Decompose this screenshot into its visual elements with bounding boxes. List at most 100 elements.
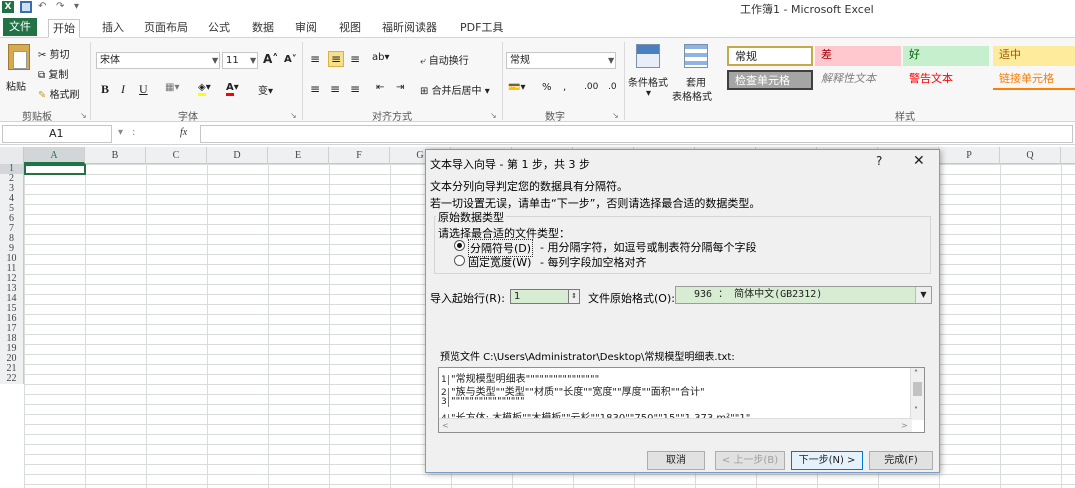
align-left-icon[interactable]: ≡ <box>310 82 320 96</box>
comma-button[interactable]: , <box>563 82 566 93</box>
next-button[interactable]: 下一步(N) > <box>791 451 863 470</box>
tab-data[interactable]: 数据 <box>248 19 278 38</box>
tab-review[interactable]: 审阅 <box>291 19 321 38</box>
ribbon: 粘贴 ✂ 剪切 ⧉ 复制 ✎ 格式刷 剪贴板 ↘ 宋体 ▼ 11 ▼ A˄ A˅… <box>0 38 1075 123</box>
tab-pdf-tools[interactable]: PDF工具 <box>456 19 507 38</box>
tab-insert[interactable]: 插入 <box>98 19 128 38</box>
fill-color-icon[interactable]: ◈▾ <box>198 82 211 96</box>
cell-style-explanatory[interactable]: 解释性文本 <box>815 70 901 90</box>
column-header[interactable]: C <box>146 147 207 164</box>
select-all-corner[interactable] <box>0 147 24 164</box>
file-origin-select[interactable]: 936 ： 简体中文(GB2312) <box>675 286 932 304</box>
column-header[interactable]: F <box>329 147 390 164</box>
align-middle-icon[interactable]: ≡ <box>328 51 345 67</box>
preview-label: 预览文件 C:\Users\Administrator\Desktop\常规模型… <box>440 352 735 363</box>
spinner-icon[interactable]: ⇕ <box>568 289 580 304</box>
undo-icon[interactable]: ↶ <box>38 1 50 13</box>
merge-center-button[interactable]: ⊞ 合并后居中 ▾ <box>420 82 490 97</box>
decrease-font-icon[interactable]: A˅ <box>284 54 297 65</box>
chevron-down-icon[interactable]: ▾ <box>118 127 123 138</box>
phonetic-icon[interactable]: 变▾ <box>258 82 273 97</box>
scroll-left-icon[interactable]: < <box>442 421 449 430</box>
column-header[interactable]: A <box>24 147 85 164</box>
align-top-icon[interactable]: ≡ <box>310 52 320 66</box>
scroll-down-icon[interactable]: ˅ <box>914 406 918 415</box>
conditional-format-button[interactable]: 条件格式 <box>628 74 668 89</box>
redo-icon[interactable]: ↷ <box>56 1 68 13</box>
cell-style-check[interactable]: 检查单元格 <box>727 70 813 90</box>
cut-button[interactable]: ✂ 剪切 <box>38 46 70 61</box>
column-header[interactable]: Q <box>1000 147 1061 164</box>
tab-view[interactable]: 视图 <box>335 19 365 38</box>
font-name-select[interactable]: 宋体 <box>96 52 220 69</box>
decrease-indent-icon[interactable]: ⇤ <box>376 82 384 93</box>
customize-qat-icon[interactable]: ▾ <box>74 1 86 13</box>
orientation-icon[interactable]: ab▾ <box>372 52 390 63</box>
cancel-button[interactable]: 取消 <box>647 451 705 470</box>
font-launcher-icon[interactable]: ↘ <box>290 111 297 120</box>
vertical-scrollbar[interactable]: ˄ ˅ <box>910 368 924 420</box>
format-painter-button[interactable]: ✎ 格式刷 <box>38 86 80 101</box>
active-cell[interactable] <box>24 164 86 175</box>
chevron-down-icon[interactable]: ▼ <box>915 287 931 303</box>
increase-decimal-button[interactable]: .00 <box>584 82 598 92</box>
column-header[interactable]: P <box>939 147 1000 164</box>
align-bottom-icon[interactable]: ≡ <box>350 52 360 66</box>
formula-input[interactable] <box>200 125 1073 143</box>
tab-home[interactable]: 开始 <box>48 19 80 38</box>
paste-icon[interactable] <box>8 44 30 70</box>
currency-icon[interactable]: 💳▾ <box>508 82 525 93</box>
divider <box>502 42 503 120</box>
borders-icon[interactable]: ▦▾ <box>165 82 179 93</box>
cell-style-neutral[interactable]: 适中 <box>993 46 1075 66</box>
number-format-select[interactable]: 常规 <box>506 52 616 69</box>
align-right-icon[interactable]: ≡ <box>350 82 360 96</box>
start-row-label: 导入起始行(R): <box>430 292 505 305</box>
radio-fixed-width[interactable] <box>454 255 465 266</box>
tab-foxit-reader[interactable]: 福昕阅读器 <box>378 19 441 38</box>
cell-style-bad[interactable]: 差 <box>815 46 901 66</box>
tab-file[interactable]: 文件 <box>3 18 37 36</box>
close-icon[interactable]: ✕ <box>913 153 925 169</box>
underline-button[interactable]: U <box>139 82 148 97</box>
scroll-thumb[interactable] <box>913 382 922 396</box>
decrease-decimal-button[interactable]: .0 <box>608 82 617 92</box>
horizontal-scrollbar[interactable]: < > <box>439 418 912 432</box>
percent-button[interactable]: % <box>542 82 552 93</box>
wrap-text-button[interactable]: ⤶ 自动换行 <box>420 52 469 67</box>
column-header[interactable]: E <box>268 147 329 164</box>
scroll-right-icon[interactable]: > <box>901 421 908 430</box>
paste-button[interactable]: 粘贴 <box>6 78 26 93</box>
clipboard-launcher-icon[interactable]: ↘ <box>80 111 87 120</box>
format-as-table-button[interactable]: 套用 <box>686 74 706 89</box>
tab-formulas[interactable]: 公式 <box>204 19 234 38</box>
name-box[interactable]: A1 <box>2 125 112 143</box>
copy-button[interactable]: ⧉ 复制 <box>38 66 68 81</box>
alignment-launcher-icon[interactable]: ↘ <box>490 111 497 120</box>
scroll-up-icon[interactable]: ˄ <box>914 369 918 378</box>
increase-indent-icon[interactable]: ⇥ <box>396 82 404 93</box>
radio-fixed-width-label[interactable]: 固定宽度(W) <box>468 254 531 270</box>
column-header[interactable]: B <box>85 147 146 164</box>
increase-font-icon[interactable]: A˄ <box>263 52 278 66</box>
font-color-icon[interactable]: A▾ <box>226 82 239 96</box>
format-as-table-button-line2[interactable]: 表格格式 <box>672 88 712 103</box>
align-center-icon[interactable]: ≡ <box>330 82 340 96</box>
insert-function-icon[interactable]: fx <box>180 127 187 138</box>
back-button[interactable]: < 上一步(B) <box>715 451 785 470</box>
radio-delimited[interactable] <box>454 240 465 251</box>
cell-style-warning[interactable]: 警告文本 <box>903 70 989 90</box>
tab-page-layout[interactable]: 页面布局 <box>140 19 192 38</box>
row-header[interactable]: 22 <box>0 374 24 384</box>
bold-button[interactable]: B <box>101 82 109 97</box>
preview-box[interactable]: 1 "常规模型明细表"""""""""""""""" 2 "族与类型""类型""材质… <box>438 367 925 433</box>
cell-style-normal[interactable]: 常规 <box>727 46 813 66</box>
help-button[interactable]: ? <box>876 154 882 168</box>
column-header[interactable]: D <box>207 147 268 164</box>
save-icon[interactable] <box>20 1 32 13</box>
italic-button[interactable]: I <box>121 82 125 97</box>
cell-style-good[interactable]: 好 <box>903 46 989 66</box>
finish-button[interactable]: 完成(F) <box>869 451 933 470</box>
cell-style-linked[interactable]: 链接单元格 <box>993 70 1075 90</box>
number-launcher-icon[interactable]: ↘ <box>612 111 619 120</box>
